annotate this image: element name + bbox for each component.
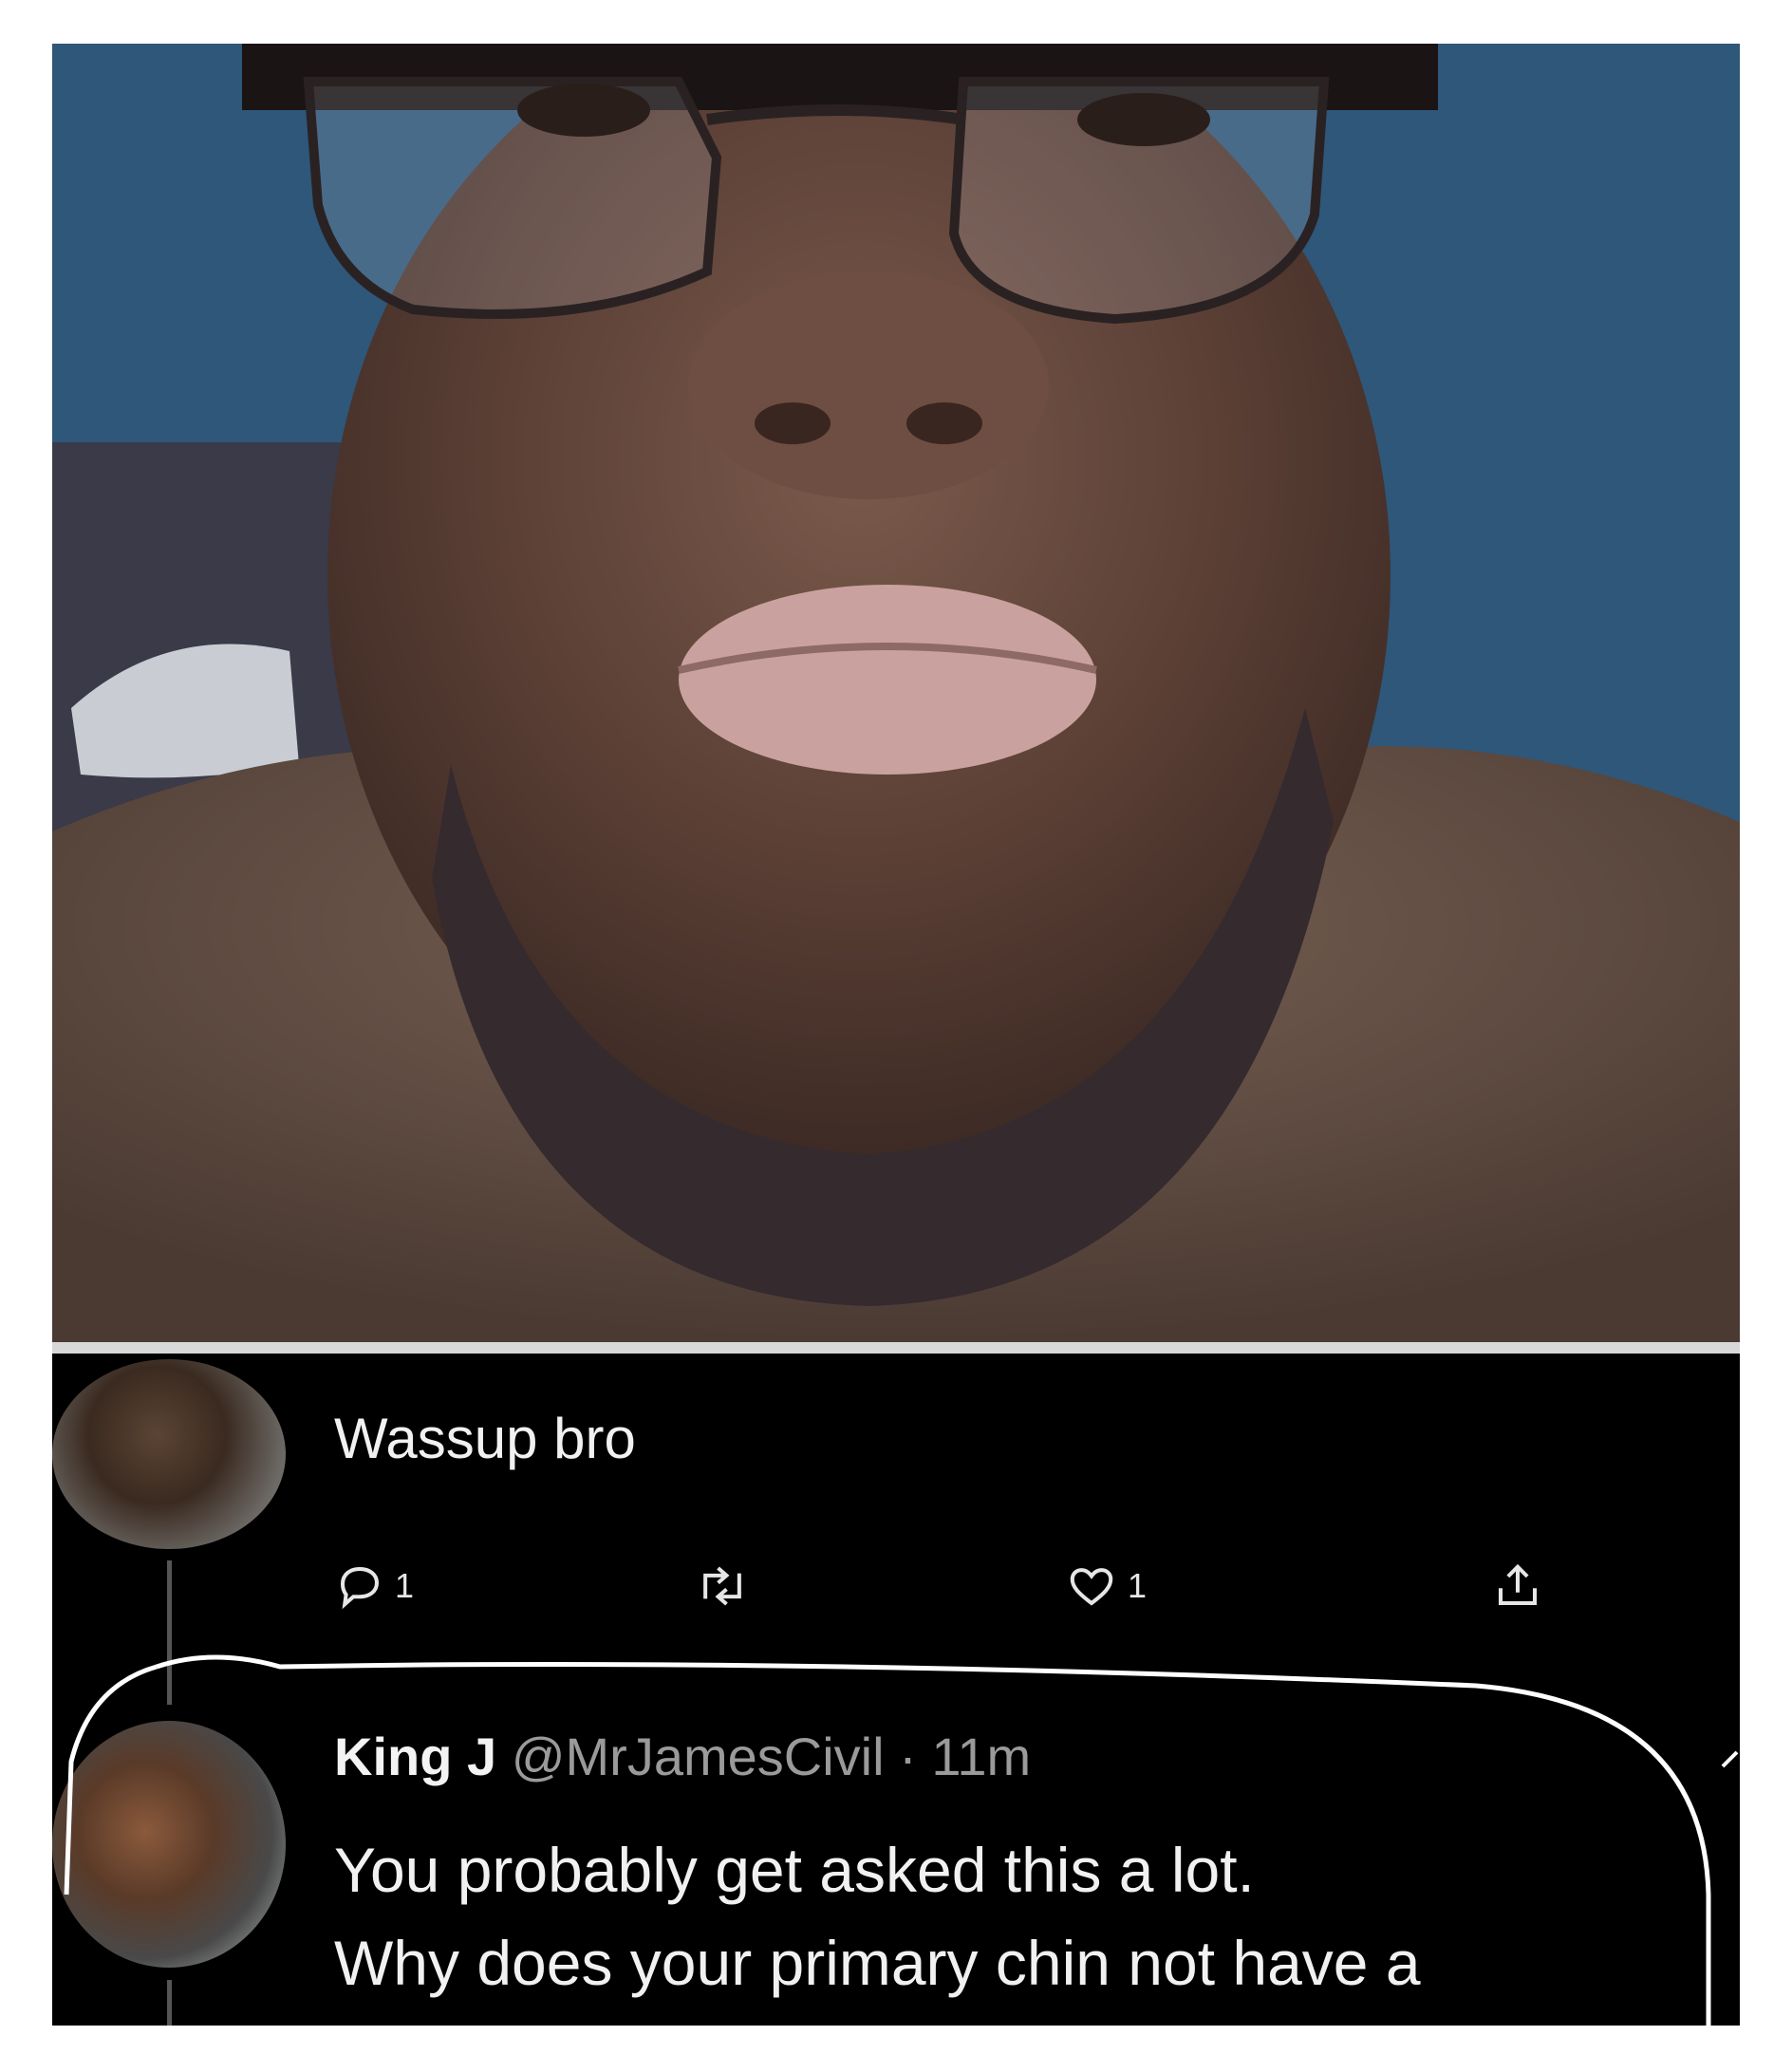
timestamp[interactable]: 11m: [931, 1727, 1031, 1786]
photo-illustration: [52, 44, 1740, 1342]
retweet-icon: [703, 1566, 741, 1606]
like-button[interactable]: 1: [1065, 1548, 1147, 1624]
handle[interactable]: @MrJamesCivil: [512, 1727, 885, 1786]
reply-tweet[interactable]: King J @MrJamesCivil · 11m You probably …: [52, 1648, 1740, 2026]
avatar[interactable]: [52, 1359, 286, 1549]
tweet-actions: 1 1: [334, 1548, 1587, 1624]
author-tweet[interactable]: Wassup bro 1 1: [52, 1354, 1740, 1648]
separator: ·: [899, 1727, 917, 1786]
share-icon: [1498, 1563, 1538, 1606]
thread-line: [167, 1648, 172, 1705]
reply-line: Why does your primary chin not have a: [334, 1928, 1421, 1998]
reply-line: You probably get asked this a lot.: [334, 1835, 1255, 1905]
post-photo[interactable]: [52, 44, 1740, 1342]
reply-text: You probably get asked this a lot. Why d…: [334, 1823, 1701, 2026]
photo-divider: [52, 1342, 1740, 1354]
screenshot-frame: Wassup bro 1 1 King J @MrJamesCivil · 11…: [52, 44, 1740, 2026]
like-icon: [1070, 1568, 1113, 1606]
display-name[interactable]: King J: [334, 1727, 496, 1786]
reply-count: 1: [395, 1566, 415, 1605]
thread-line: [167, 1980, 172, 2026]
tweet-text: Wassup bro: [334, 1407, 636, 1470]
avatar[interactable]: [52, 1721, 286, 1968]
reply-header: King J @MrJamesCivil · 11m: [334, 1726, 1031, 1787]
thread-line: [167, 1560, 172, 1648]
share-button[interactable]: [1492, 1548, 1543, 1624]
reply-button[interactable]: 1: [334, 1548, 414, 1624]
reply-line: beard but your secondary one does?: [334, 2009, 1701, 2026]
retweet-button[interactable]: [695, 1548, 750, 1624]
reply-icon: [340, 1566, 380, 1610]
like-count: 1: [1128, 1566, 1148, 1605]
